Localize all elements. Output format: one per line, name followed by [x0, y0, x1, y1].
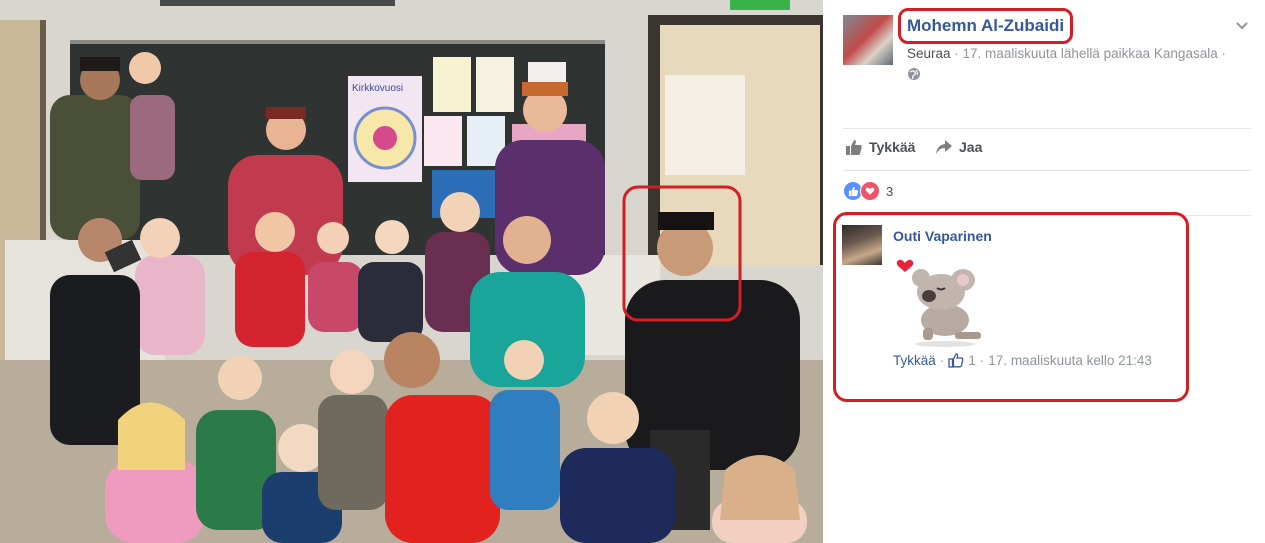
- post-meta: Seuraa · 17. maaliskuuta lähellä paikkaa…: [907, 46, 1226, 61]
- comment-like-count: 1: [968, 352, 976, 368]
- post-side-panel: Mohemn Al-Zubaidi Seuraa · 17. maaliskuu…: [823, 0, 1265, 543]
- author-name[interactable]: Mohemn Al-Zubaidi: [907, 16, 1064, 36]
- follow-link[interactable]: Seuraa: [907, 46, 951, 61]
- reaction-summary[interactable]: 3: [843, 181, 893, 201]
- love-reaction-icon: [860, 181, 880, 201]
- board-poster-label: Kirkkovuosi: [352, 83, 403, 94]
- post-meta-text: · 17. maaliskuuta lähellä paikkaa Kangas…: [950, 46, 1226, 61]
- divider: [843, 170, 1251, 171]
- group-photo-illustration: Kirkkovuosi: [0, 0, 823, 543]
- comment-actions: Tykkää · 1 · 17. maaliskuuta kello 21:43: [893, 352, 1152, 368]
- author-avatar[interactable]: [843, 15, 893, 65]
- like-button-label: Tykkää: [869, 139, 916, 155]
- globe-icon[interactable]: [907, 67, 921, 81]
- heart-icon: [896, 259, 914, 272]
- comment-like-link[interactable]: Tykkää: [893, 353, 936, 368]
- koala-heart-sticker[interactable]: [893, 258, 993, 350]
- comment-highlight-ring: [833, 212, 1189, 402]
- post-photo[interactable]: Kirkkovuosi: [0, 0, 823, 543]
- separator: ·: [979, 352, 985, 368]
- chevron-down-icon[interactable]: [1235, 18, 1249, 32]
- share-button-label: Jaa: [959, 139, 983, 155]
- share-arrow-icon: [936, 140, 952, 154]
- reaction-count: 3: [886, 183, 894, 199]
- separator: ·: [939, 352, 945, 368]
- commenter-avatar[interactable]: [842, 225, 882, 265]
- commenter-name[interactable]: Outi Vaparinen: [893, 228, 992, 244]
- thumbs-up-icon: [948, 353, 964, 368]
- comment-timestamp[interactable]: 17. maaliskuuta kello 21:43: [988, 353, 1152, 368]
- like-button[interactable]: Tykkää: [845, 138, 915, 156]
- thumbs-up-icon: [846, 140, 862, 155]
- divider: [843, 128, 1251, 129]
- share-button[interactable]: Jaa: [935, 138, 982, 156]
